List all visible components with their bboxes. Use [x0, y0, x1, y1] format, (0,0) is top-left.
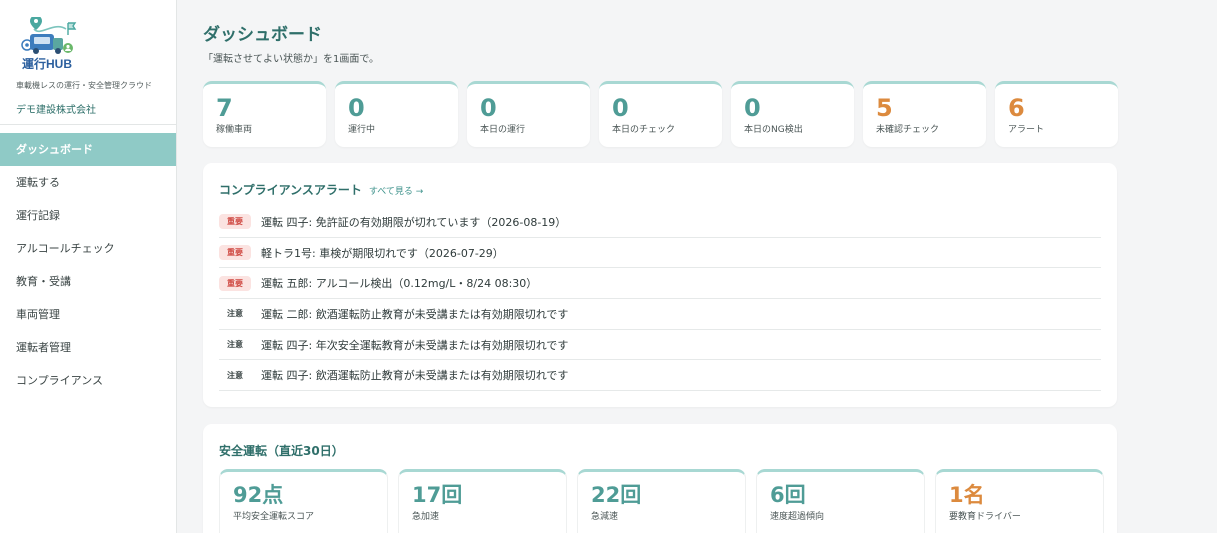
safety-value: 92点 — [233, 483, 284, 507]
stats-row: 7 稼働車両 0 運行中 0 本日の運行 0 本日のチェック 0 本日のNG検出… — [203, 81, 1118, 147]
safety-card-avg-score: 92点 平均安全運転スコア — [219, 469, 388, 533]
severity-badge: 重要 — [219, 214, 251, 230]
page-subtitle: 「運転させてよい状態か」を1画面で。 — [203, 54, 379, 65]
stat-label: 本日のNG検出 — [744, 125, 803, 135]
safety-driving-panel: 安全運転（直近30日） 92点 平均安全運転スコア 17回 急加速 22回 急減… — [203, 424, 1117, 533]
stat-value: 0 — [744, 94, 761, 122]
alert-text: 軽トラ1号: 車検が期限切れです（2026-07-29） — [261, 246, 504, 260]
stat-label: 未確認チェック — [876, 125, 940, 135]
severity-badge: 重要 — [219, 245, 251, 261]
stat-label: アラート — [1008, 125, 1045, 135]
see-all-link[interactable]: すべて見る → — [369, 184, 423, 197]
safety-label: 平均安全運転スコア — [233, 512, 315, 522]
sidebar-item-drivers[interactable]: 運転者管理 — [0, 331, 176, 364]
sidebar-item-alcohol-check[interactable]: アルコールチェック — [0, 232, 176, 265]
severity-badge: 注意 — [227, 370, 243, 380]
safety-label: 要教育ドライバー — [949, 512, 1021, 522]
alert-row[interactable]: 注意 運転 四子: 年次安全運転教育が未受講または有効期限切れです — [219, 330, 1101, 361]
sidebar-item-drive[interactable]: 運転する — [0, 166, 176, 199]
sidebar: 運行HUB 車載機レスの運行・安全管理クラウド デモ建設株式会社 ダッシュボード… — [0, 0, 177, 533]
sidebar-divider — [0, 124, 176, 125]
sidebar-item-dashboard[interactable]: ダッシュボード — [0, 133, 176, 166]
stat-value: 0 — [348, 94, 365, 122]
stat-value: 7 — [216, 94, 233, 122]
alert-row[interactable]: 注意 運転 二郎: 飲酒運転防止教育が未受講または有効期限切れです — [219, 299, 1101, 330]
stat-label: 稼働車両 — [216, 125, 253, 135]
stat-card-alerts: 6 アラート — [995, 81, 1118, 147]
panel-title: 安全運転（直近30日） — [219, 444, 344, 458]
stat-card-today-trips: 0 本日の運行 — [467, 81, 590, 147]
stat-value: 5 — [876, 94, 893, 122]
unko-hub-logo[interactable]: 運行HUB — [20, 17, 82, 71]
alert-list: 重要 運転 四子: 免許証の有効期限が切れています（2026-08-19） 重要… — [219, 207, 1101, 392]
safety-value: 22回 — [591, 483, 642, 507]
safety-card-needs-education: 1名 要教育ドライバー — [935, 469, 1104, 533]
stat-label: 運行中 — [348, 125, 376, 135]
alert-text: 運転 二郎: 飲酒運転防止教育が未受講または有効期限切れです — [261, 307, 569, 321]
alert-text: 運転 五郎: アルコール検出（0.12mg/L・8/24 08:30） — [261, 277, 538, 291]
safety-value: 17回 — [412, 483, 463, 507]
sidebar-item-education[interactable]: 教育・受講 — [0, 265, 176, 298]
alert-row[interactable]: 重要 軽トラ1号: 車検が期限切れです（2026-07-29） — [219, 238, 1101, 269]
safety-card-speeding: 6回 速度超過傾向 — [756, 469, 925, 533]
stat-card-unconfirmed-checks: 5 未確認チェック — [863, 81, 986, 147]
stat-label: 本日のチェック — [612, 125, 676, 135]
sidebar-nav: ダッシュボード 運転する 運行記録 アルコールチェック 教育・受講 車両管理 運… — [0, 133, 176, 397]
alert-row[interactable]: 重要 運転 五郎: アルコール検出（0.12mg/L・8/24 08:30） — [219, 268, 1101, 300]
alert-row[interactable]: 注意 運転 四子: 飲酒運転防止教育が未受講または有効期限切れです — [219, 360, 1101, 392]
stat-value: 6 — [1008, 94, 1025, 122]
sidebar-item-trip-records[interactable]: 運行記録 — [0, 199, 176, 232]
stat-label: 本日の運行 — [480, 125, 526, 135]
safety-cards-row: 92点 平均安全運転スコア 17回 急加速 22回 急減速 6回 速度超過傾向 … — [219, 469, 1104, 533]
page-title: ダッシュボード — [203, 25, 322, 45]
sidebar-item-vehicles[interactable]: 車両管理 — [0, 298, 176, 331]
safety-label: 急減速 — [591, 512, 619, 522]
stat-card-today-ng: 0 本日のNG検出 — [731, 81, 854, 147]
alert-text: 運転 四子: 免許証の有効期限が切れています（2026-08-19） — [261, 215, 567, 229]
safety-label: 速度超過傾向 — [770, 512, 825, 522]
tagline: 車載機レスの運行・安全管理クラウド — [16, 81, 152, 90]
alert-text: 運転 四子: 飲酒運転防止教育が未受講または有効期限切れです — [261, 369, 569, 383]
logo-text: 運行HUB — [22, 56, 72, 71]
panel-header: コンプライアンスアラート すべて見る → — [219, 181, 423, 198]
company-name: デモ建設株式会社 — [16, 105, 96, 116]
safety-value: 1名 — [949, 483, 985, 507]
safety-card-harsh-acceleration: 17回 急加速 — [398, 469, 567, 533]
sidebar-item-compliance[interactable]: コンプライアンス — [0, 364, 176, 397]
severity-badge: 重要 — [219, 275, 251, 291]
safety-value: 6回 — [770, 483, 806, 507]
severity-badge: 注意 — [227, 340, 243, 350]
alert-text: 運転 四子: 年次安全運転教育が未受講または有効期限切れです — [261, 338, 569, 352]
stat-card-in-operation: 0 運行中 — [335, 81, 458, 147]
severity-badge: 注意 — [227, 309, 243, 319]
stat-card-today-checks: 0 本日のチェック — [599, 81, 722, 147]
stat-card-active-vehicles: 7 稼働車両 — [203, 81, 326, 147]
panel-title: コンプライアンスアラート — [219, 183, 362, 197]
panel-header: 安全運転（直近30日） — [219, 442, 344, 459]
stat-value: 0 — [612, 94, 629, 122]
safety-card-harsh-braking: 22回 急減速 — [577, 469, 746, 533]
compliance-alerts-panel: コンプライアンスアラート すべて見る → 重要 運転 四子: 免許証の有効期限が… — [203, 163, 1117, 407]
stat-value: 0 — [480, 94, 497, 122]
safety-label: 急加速 — [412, 512, 440, 522]
alert-row[interactable]: 重要 運転 四子: 免許証の有効期限が切れています（2026-08-19） — [219, 207, 1101, 238]
